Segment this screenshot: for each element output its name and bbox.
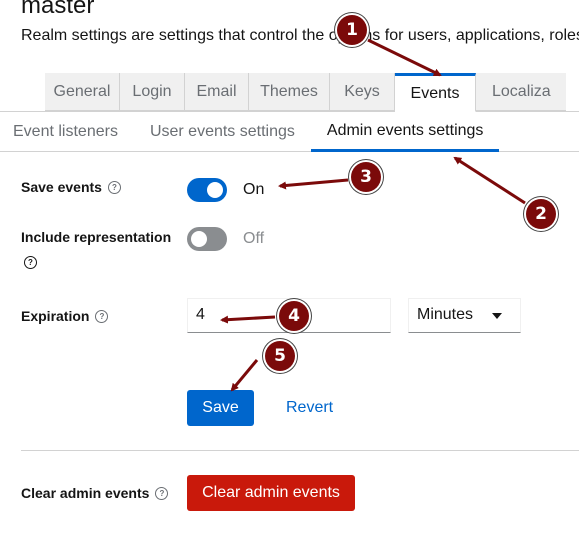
revert-button[interactable]: Revert [286, 399, 333, 417]
tab-email[interactable]: Email [185, 73, 249, 111]
save-events-toggle[interactable] [187, 178, 227, 202]
toggle-knob [207, 182, 223, 198]
include-representation-help: ? [21, 254, 37, 272]
expiration-unit-value: Minutes [417, 306, 474, 323]
save-button[interactable]: Save [187, 390, 254, 426]
events-subtabs: Event listeners User events settings Adm… [0, 112, 500, 152]
expiration-unit-select[interactable]: Minutes [408, 298, 521, 333]
annotation-arrow-5 [230, 359, 259, 392]
annotation-badge-3: 3 [351, 162, 381, 192]
annotation-badge-5: 5 [265, 341, 295, 371]
include-representation-label: Include representation [21, 229, 172, 245]
toggle-knob [191, 231, 207, 247]
subtab-user-events-settings[interactable]: User events settings [134, 112, 311, 152]
help-icon[interactable]: ? [24, 256, 37, 270]
realm-description: Realm settings are settings that control… [21, 27, 579, 44]
expiration-label-group: Expiration? [21, 308, 109, 326]
section-divider [21, 450, 579, 451]
help-icon[interactable]: ? [155, 487, 169, 501]
clear-admin-events-label: Clear admin events [21, 485, 150, 501]
tab-general[interactable]: General [45, 73, 120, 111]
save-events-label-group: Save events? [21, 179, 121, 197]
annotation-badge-1: 1 [337, 15, 367, 45]
clear-admin-events-button[interactable]: Clear admin events [187, 475, 355, 511]
realm-title: master [21, 0, 95, 19]
realm-tabs: General Login Email Themes Keys Events L… [45, 73, 566, 112]
help-icon[interactable]: ? [95, 310, 109, 324]
save-events-state: On [243, 181, 265, 198]
tab-themes[interactable]: Themes [249, 73, 330, 111]
annotation-badge-4: 4 [279, 301, 309, 331]
tab-keys[interactable]: Keys [330, 73, 395, 111]
annotation-arrow-3 [278, 178, 349, 190]
annotation-badge-2: 2 [526, 199, 556, 229]
clear-admin-events-label-group: Clear admin events? [21, 485, 169, 503]
subtab-admin-events-settings[interactable]: Admin events settings [310, 112, 500, 152]
expiration-label: Expiration [21, 308, 90, 324]
help-icon[interactable]: ? [107, 181, 121, 195]
caret-down-icon [492, 313, 502, 319]
include-representation-state: Off [243, 230, 265, 247]
annotation-arrow-2 [453, 156, 526, 205]
tab-events[interactable]: Events [395, 73, 476, 112]
include-representation-toggle[interactable] [187, 227, 227, 251]
tab-login[interactable]: Login [120, 73, 185, 111]
annotation-arrow-1 [367, 38, 442, 77]
subtab-event-listeners[interactable]: Event listeners [0, 112, 134, 152]
tab-localization[interactable]: Localiza [476, 73, 566, 111]
include-representation-label-group: Include representation [21, 229, 171, 247]
save-events-label: Save events [21, 179, 102, 195]
